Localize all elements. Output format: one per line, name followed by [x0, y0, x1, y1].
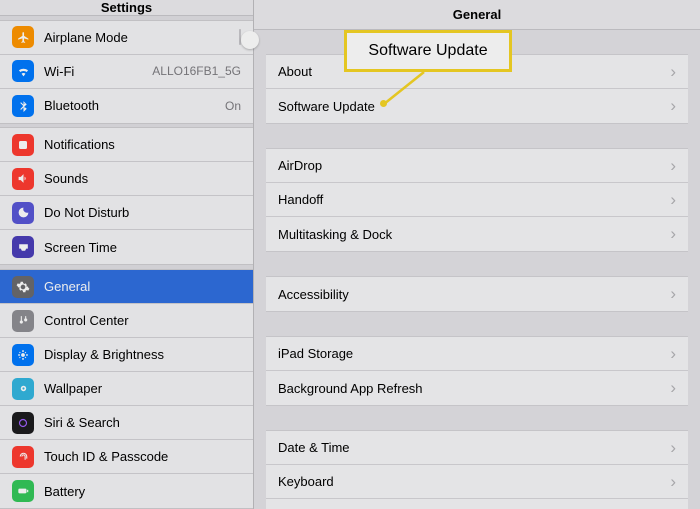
row-label: Accessibility	[278, 287, 349, 302]
row-label: About	[278, 64, 312, 79]
row-label: Keyboard	[278, 474, 334, 489]
callout-label: Software Update	[344, 30, 512, 72]
notifications-icon	[12, 134, 34, 156]
row-label: Background App Refresh	[278, 381, 423, 396]
sidebar-item-label: Display & Brightness	[44, 347, 164, 362]
sidebar-display-brightness[interactable]: Display & Brightness	[0, 338, 253, 372]
airplane-toggle[interactable]	[239, 29, 241, 45]
sidebar-bluetooth[interactable]: Bluetooth On	[0, 89, 253, 123]
sidebar-do-not-disturb[interactable]: Do Not Disturb	[0, 196, 253, 230]
sidebar-item-label: Siri & Search	[44, 415, 120, 430]
chevron-right-icon: ›	[670, 96, 676, 116]
row-accessibility[interactable]: Accessibility ›	[266, 277, 688, 311]
sidebar-item-label: Touch ID & Passcode	[44, 449, 168, 464]
sidebar-airplane-mode[interactable]: Airplane Mode	[0, 21, 253, 55]
sidebar-item-label: Sounds	[44, 171, 88, 186]
sidebar-item-label: Do Not Disturb	[44, 205, 129, 220]
callout-dot	[380, 100, 387, 107]
wifi-icon	[12, 60, 34, 82]
sidebar-item-label: Airplane Mode	[44, 30, 128, 45]
chevron-right-icon: ›	[670, 62, 676, 82]
sidebar-wallpaper[interactable]: Wallpaper	[0, 372, 253, 406]
control-center-icon	[12, 310, 34, 332]
row-label: Date & Time	[278, 440, 350, 455]
row-language-region[interactable]: Language & Region ›	[266, 499, 688, 509]
sidebar-siri-search[interactable]: Siri & Search	[0, 406, 253, 440]
sidebar-general[interactable]: General	[0, 270, 253, 304]
siri-icon	[12, 412, 34, 434]
wallpaper-icon	[12, 378, 34, 400]
sidebar-group-0: Airplane Mode Wi-Fi ALLO16FB1_5G Bluetoo…	[0, 20, 253, 124]
main-title: General	[254, 0, 700, 30]
sidebar-item-label: Wi-Fi	[44, 64, 74, 79]
sidebar-item-label: Screen Time	[44, 240, 117, 255]
sidebar-item-label: Battery	[44, 484, 85, 499]
sidebar-item-label: Notifications	[44, 137, 115, 152]
main-group-2: Accessibility ›	[266, 276, 688, 312]
sidebar-control-center[interactable]: Control Center	[0, 304, 253, 338]
row-multitasking-dock[interactable]: Multitasking & Dock ›	[266, 217, 688, 251]
sidebar-sounds[interactable]: Sounds	[0, 162, 253, 196]
row-label: iPad Storage	[278, 346, 353, 361]
row-label: AirDrop	[278, 158, 322, 173]
row-label: Handoff	[278, 192, 323, 207]
chevron-right-icon: ›	[670, 472, 676, 492]
sidebar-group-2: General Control Center Display & Brightn…	[0, 269, 253, 509]
callout-arrow	[380, 70, 430, 110]
sidebar-wifi[interactable]: Wi-Fi ALLO16FB1_5G	[0, 55, 253, 89]
row-airdrop[interactable]: AirDrop ›	[266, 149, 688, 183]
chevron-right-icon: ›	[670, 224, 676, 244]
chevron-right-icon: ›	[670, 438, 676, 458]
sidebar-title: Settings	[0, 0, 253, 16]
chevron-right-icon: ›	[670, 506, 676, 509]
row-background-app-refresh[interactable]: Background App Refresh ›	[266, 371, 688, 405]
sounds-icon	[12, 168, 34, 190]
chevron-right-icon: ›	[670, 156, 676, 176]
row-keyboard[interactable]: Keyboard ›	[266, 465, 688, 499]
chevron-right-icon: ›	[670, 284, 676, 304]
dnd-icon	[12, 202, 34, 224]
sidebar-battery[interactable]: Battery	[0, 474, 253, 508]
row-label: Multitasking & Dock	[278, 227, 392, 242]
sidebar-screen-time[interactable]: Screen Time	[0, 230, 253, 264]
sidebar-item-label: General	[44, 279, 90, 294]
row-label: Software Update	[278, 99, 375, 114]
sidebar-item-label: Bluetooth	[44, 98, 99, 113]
touchid-icon	[12, 446, 34, 468]
bluetooth-value: On	[225, 99, 241, 113]
main-group-1: AirDrop › Handoff › Multitasking & Dock …	[266, 148, 688, 252]
battery-icon	[12, 480, 34, 502]
general-pane: General About › Software Update › AirDro…	[254, 0, 700, 509]
gear-icon	[12, 276, 34, 298]
chevron-right-icon: ›	[670, 190, 676, 210]
row-ipad-storage[interactable]: iPad Storage ›	[266, 337, 688, 371]
airplane-icon	[12, 26, 34, 48]
sidebar-item-label: Wallpaper	[44, 381, 102, 396]
row-handoff[interactable]: Handoff ›	[266, 183, 688, 217]
bluetooth-icon	[12, 95, 34, 117]
sidebar-group-1: Notifications Sounds Do Not Disturb Scre…	[0, 127, 253, 265]
sidebar-notifications[interactable]: Notifications	[0, 128, 253, 162]
row-date-time[interactable]: Date & Time ›	[266, 431, 688, 465]
settings-sidebar: Settings Airplane Mode Wi-Fi ALLO16FB1_5…	[0, 0, 254, 509]
screen-time-icon	[12, 236, 34, 258]
wifi-value: ALLO16FB1_5G	[152, 64, 241, 78]
row-software-update[interactable]: Software Update ›	[266, 89, 688, 123]
display-icon	[12, 344, 34, 366]
main-group-4: Date & Time › Keyboard › Language & Regi…	[266, 430, 688, 509]
chevron-right-icon: ›	[670, 344, 676, 364]
chevron-right-icon: ›	[670, 378, 676, 398]
sidebar-touchid-passcode[interactable]: Touch ID & Passcode	[0, 440, 253, 474]
sidebar-item-label: Control Center	[44, 313, 129, 328]
main-group-3: iPad Storage › Background App Refresh ›	[266, 336, 688, 406]
